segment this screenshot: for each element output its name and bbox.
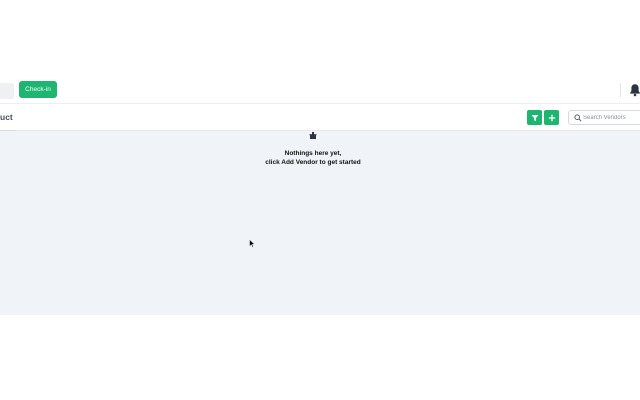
vendor-list-area: Nothings here yet, click Add Vendor to g… (0, 131, 640, 315)
search-icon (574, 114, 582, 122)
search-input[interactable] (583, 112, 640, 123)
box-icon (309, 132, 317, 139)
search-vendors-box[interactable] (568, 110, 640, 125)
add-vendor-button[interactable] (544, 110, 559, 125)
topbar-divider (620, 83, 621, 97)
page-title: uct (0, 112, 13, 122)
mouse-cursor-icon (249, 239, 255, 248)
filter-icon (531, 114, 538, 121)
top-bar: Check-in (0, 78, 640, 104)
bell-icon[interactable] (629, 83, 640, 97)
plus-icon (548, 114, 555, 121)
left-nav-stub[interactable] (0, 83, 14, 99)
empty-state-hint: click Add Vendor to get started (265, 159, 361, 166)
page-header: uct (0, 104, 640, 131)
empty-state-message: Nothings here yet, (284, 150, 342, 157)
filter-button[interactable] (527, 110, 542, 125)
check-in-button[interactable]: Check-in (19, 81, 57, 98)
